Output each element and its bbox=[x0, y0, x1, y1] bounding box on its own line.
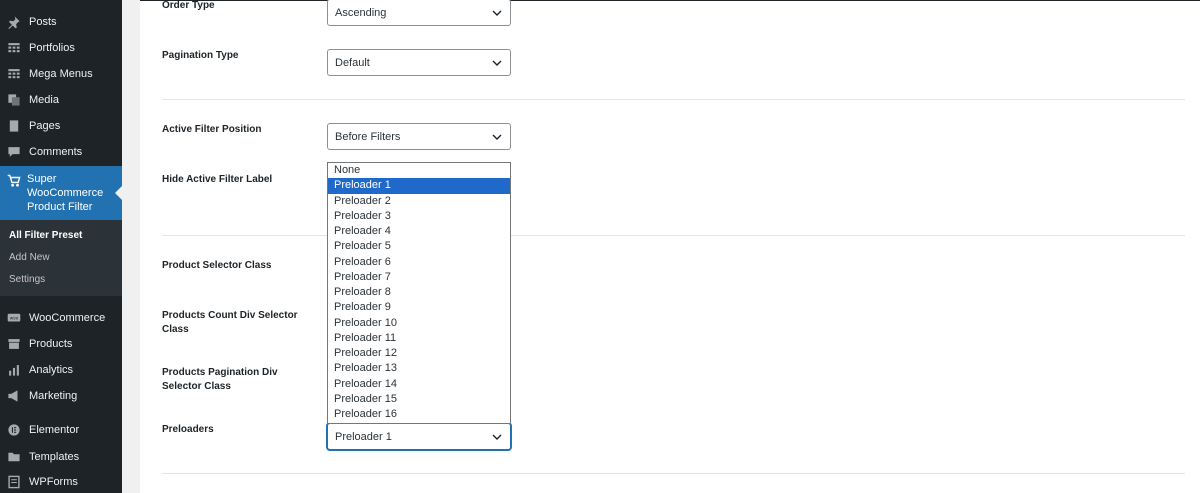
dropdown-option[interactable]: Preloader 2 bbox=[328, 194, 510, 209]
dropdown-option[interactable]: None bbox=[328, 163, 510, 178]
megaphone-icon bbox=[7, 389, 21, 403]
menu-item-super-woocommerce-product-filter[interactable]: Super WooCommerce Product Filter bbox=[0, 166, 122, 220]
dropdown-option[interactable]: Preloader 9 bbox=[328, 300, 510, 315]
menu-item-media[interactable]: Media bbox=[0, 92, 122, 108]
menu-label: Media bbox=[29, 94, 59, 106]
svg-text:woo: woo bbox=[10, 315, 19, 320]
menu-label: Super WooCommerce Product Filter bbox=[27, 173, 104, 213]
active-filter-position-label: Active Filter Position bbox=[162, 124, 262, 135]
dropdown-option[interactable]: Preloader 4 bbox=[328, 224, 510, 239]
submenu-item-settings[interactable]: Settings bbox=[9, 274, 45, 285]
woo-icon: woo bbox=[7, 311, 21, 325]
menu-label: Posts bbox=[29, 16, 57, 28]
select-value: Ascending bbox=[335, 6, 387, 19]
media-icon bbox=[7, 93, 21, 107]
menu-item-marketing[interactable]: Marketing bbox=[0, 388, 122, 404]
menu-item-woocommerce[interactable]: woo WooCommerce bbox=[0, 310, 122, 326]
menu-item-portfolios[interactable]: Portfolios bbox=[0, 40, 122, 56]
current-menu-arrow bbox=[115, 186, 122, 200]
order-type-select[interactable]: Ascending bbox=[327, 0, 511, 26]
products-pagination-div-label: Products Pagination Div Selector Class bbox=[162, 367, 278, 392]
section-divider bbox=[162, 99, 1185, 100]
section-divider bbox=[162, 235, 1185, 236]
active-filter-position-select[interactable]: Before Filters bbox=[327, 123, 511, 150]
pin-icon bbox=[7, 15, 21, 29]
menu-label: Analytics bbox=[29, 364, 74, 376]
dropdown-option[interactable]: Preloader 16 bbox=[328, 407, 510, 422]
dropdown-option[interactable]: Preloader 7 bbox=[328, 270, 510, 285]
cart-icon bbox=[7, 174, 21, 188]
submenu-item-add-new[interactable]: Add New bbox=[9, 252, 50, 263]
menu-label: Pages bbox=[29, 120, 61, 132]
menu-label: WooCommerce bbox=[29, 312, 106, 324]
dropdown-option[interactable]: Preloader 5 bbox=[328, 239, 510, 254]
dropdown-option[interactable]: Preloader 13 bbox=[328, 361, 510, 376]
pagination-type-select[interactable]: Default bbox=[327, 49, 511, 76]
dropdown-option[interactable]: Preloader 3 bbox=[328, 209, 510, 224]
comment-icon bbox=[7, 145, 21, 159]
products-count-div-label: Products Count Div Selector Class bbox=[162, 310, 298, 335]
chevron-down-icon bbox=[492, 58, 502, 68]
select-value: Default bbox=[335, 56, 370, 69]
preloaders-dropdown-list: None Preloader 1 Preloader 2 Preloader 3 Pre… bbox=[327, 162, 511, 424]
menu-item-wpforms[interactable]: WPForms bbox=[0, 474, 122, 490]
menu-item-elementor[interactable]: Elementor bbox=[0, 422, 122, 438]
pagination-type-label: Pagination Type bbox=[162, 50, 239, 61]
menu-label: Portfolios bbox=[29, 42, 75, 54]
menu-item-mega-menus[interactable]: Mega Menus bbox=[0, 66, 122, 82]
menu-label: Marketing bbox=[29, 390, 78, 402]
pages-icon bbox=[7, 119, 21, 133]
chart-icon bbox=[7, 363, 21, 377]
preloaders-select[interactable]: Preloader 1 bbox=[327, 423, 511, 450]
form-icon bbox=[7, 475, 21, 489]
dropdown-option[interactable]: Preloader 14 bbox=[328, 377, 510, 392]
menu-label: Templates bbox=[29, 451, 80, 463]
select-value: Preloader 1 bbox=[335, 430, 392, 443]
dropdown-option[interactable]: Preloader 1 bbox=[328, 178, 510, 194]
dropdown-option[interactable]: Preloader 6 bbox=[328, 255, 510, 270]
dropdown-option[interactable]: Preloader 11 bbox=[328, 331, 510, 346]
dropdown-option[interactable]: Preloader 15 bbox=[328, 392, 510, 407]
menu-item-analytics[interactable]: Analytics bbox=[0, 362, 122, 378]
menu-label: WPForms bbox=[29, 476, 78, 488]
dropdown-option[interactable]: Preloader 8 bbox=[328, 285, 510, 300]
dropdown-option[interactable]: Preloader 12 bbox=[328, 346, 510, 361]
grid-icon bbox=[7, 67, 21, 81]
menu-item-posts[interactable]: Posts bbox=[0, 14, 122, 30]
menu-item-pages[interactable]: Pages bbox=[0, 118, 122, 134]
menu-item-templates[interactable]: Templates bbox=[0, 449, 122, 465]
preloaders-label: Preloaders bbox=[162, 424, 214, 435]
menu-item-comments[interactable]: Comments bbox=[0, 144, 122, 160]
chevron-down-icon bbox=[492, 432, 502, 442]
select-value: Before Filters bbox=[335, 130, 401, 143]
dropdown-option[interactable]: Preloader 10 bbox=[328, 316, 510, 331]
menu-label: Mega Menus bbox=[29, 68, 93, 80]
submenu: All Filter Preset Add New Settings bbox=[0, 220, 122, 296]
section-divider bbox=[162, 473, 1185, 474]
product-selector-class-label: Product Selector Class bbox=[162, 260, 272, 271]
menu-item-products[interactable]: Products bbox=[0, 336, 122, 352]
folder-icon bbox=[7, 450, 21, 464]
menu-label: Elementor bbox=[29, 424, 80, 436]
hide-active-filter-label-label: Hide Active Filter Label bbox=[162, 174, 273, 185]
menu-label: Products bbox=[29, 338, 73, 350]
submenu-item-all-filter-preset[interactable]: All Filter Preset bbox=[9, 230, 82, 241]
chevron-down-icon bbox=[492, 8, 502, 18]
chevron-down-icon bbox=[492, 132, 502, 142]
settings-panel: Order Type Ascending Pagination Type Def… bbox=[140, 0, 1200, 493]
elementor-icon bbox=[7, 423, 21, 437]
order-type-label: Order Type bbox=[162, 0, 215, 11]
admin-sidebar: Posts Portfolios Mega Menus Media Pages … bbox=[0, 0, 122, 493]
archive-icon bbox=[7, 337, 21, 351]
menu-label: Comments bbox=[29, 146, 83, 158]
grid-icon bbox=[7, 41, 21, 55]
